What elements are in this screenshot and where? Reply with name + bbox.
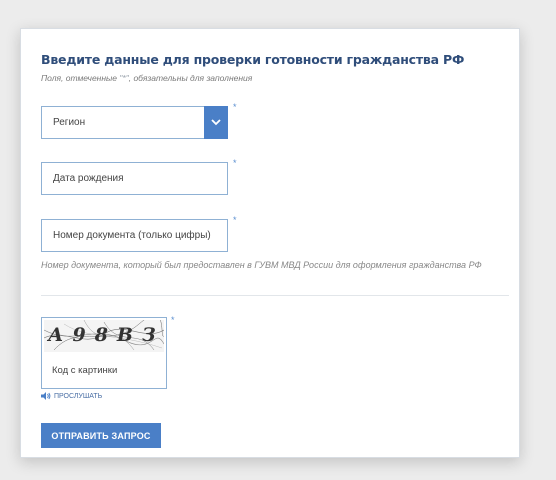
listen-label: ПРОСЛУШАТЬ [54, 392, 103, 400]
birth-date-field[interactable]: Дата рождения [41, 162, 228, 195]
region-required-mark: * [233, 102, 237, 112]
hint-suffix: , обязательны для заполнения [128, 73, 253, 83]
required-hint: Поля, отмеченные "*", обязательны для за… [41, 73, 252, 83]
document-number-required-mark: * [233, 215, 237, 225]
document-note: Номер документа, который был предоставле… [41, 260, 482, 270]
captcha-input-placeholder[interactable]: Код с картинки [52, 365, 117, 376]
divider [41, 295, 509, 296]
captcha-required-mark: * [171, 315, 175, 325]
listen-captcha-link[interactable]: ПРОСЛУШАТЬ [41, 392, 102, 400]
speaker-icon [41, 392, 51, 400]
form-title: Введите данные для проверки готовности г… [41, 52, 465, 67]
chevron-down-icon [211, 119, 221, 126]
submit-button[interactable]: ОТПРАВИТЬ ЗАПРОС [41, 423, 161, 448]
captcha-box: А98ВЗ Код с картинки [41, 317, 167, 389]
document-number-field[interactable]: Номер документа (только цифры) [41, 219, 228, 252]
region-select-value: Регион [53, 117, 86, 128]
birth-date-required-mark: * [233, 158, 237, 168]
document-number-placeholder: Номер документа (только цифры) [53, 230, 211, 241]
hint-prefix: Поля, отмеченные [41, 73, 120, 83]
hint-asterisk: "*" [119, 73, 129, 83]
region-select[interactable]: Регион [41, 106, 228, 139]
captcha-image: А98ВЗ [44, 320, 164, 352]
form-card: Введите данные для проверки готовности г… [20, 28, 520, 458]
birth-date-placeholder: Дата рождения [53, 173, 124, 184]
region-dropdown-button[interactable] [204, 106, 228, 139]
captcha-image-text: А98ВЗ [48, 324, 164, 346]
